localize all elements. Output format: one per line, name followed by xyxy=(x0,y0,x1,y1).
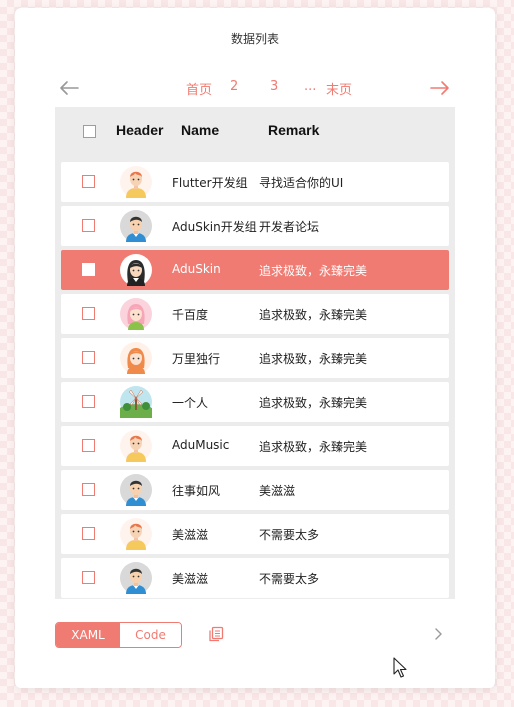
page-last-link[interactable]: 末页 xyxy=(326,79,352,98)
row-checkbox[interactable] xyxy=(82,219,95,232)
page-ellipsis: ... xyxy=(304,79,317,94)
row-checkbox[interactable] xyxy=(82,351,95,364)
table-row[interactable]: AduSkin开发组 开发者论坛 xyxy=(61,206,449,246)
row-name: AduMusic xyxy=(172,438,230,452)
select-all-checkbox[interactable] xyxy=(83,125,96,138)
table-row[interactable]: 一个人 追求极致，永臻完美 xyxy=(61,382,449,422)
row-checkbox[interactable] xyxy=(82,175,95,188)
page-first-link[interactable]: 首页 xyxy=(186,79,212,98)
row-name: Flutter开发组 xyxy=(172,176,248,190)
header-column: Header xyxy=(116,122,164,138)
boy-orange-hair-icon xyxy=(120,166,152,198)
next-page-arrow-icon[interactable] xyxy=(429,78,451,98)
table-row[interactable]: AduSkin 追求极致，永臻完美 xyxy=(61,250,449,290)
code-tab[interactable]: Code xyxy=(120,623,181,647)
page-3-link[interactable]: 3 xyxy=(270,79,278,94)
row-name: 往事如风 xyxy=(172,484,221,498)
grid-header: Header Name Remark xyxy=(55,107,455,153)
table-row[interactable]: AduMusic 追求极致，永臻完美 xyxy=(61,426,449,466)
data-grid: Header Name Remark Flutter开发组 寻找适合你的UI Adu… xyxy=(55,107,455,599)
page-title: 数据列表 xyxy=(230,32,279,46)
orange-hair-woman-icon xyxy=(120,342,152,374)
table-row[interactable]: 美滋滋 不需要太多 xyxy=(61,558,449,598)
row-remark: 追求极致，永臻完美 xyxy=(259,440,368,454)
row-remark: 追求极致，永臻完美 xyxy=(259,308,368,322)
row-name: 一个人 xyxy=(172,396,209,410)
row-checkbox[interactable] xyxy=(82,571,95,584)
name-column: Name xyxy=(181,122,220,138)
row-name: 万里独行 xyxy=(172,352,221,366)
row-name: AduSkin xyxy=(172,262,221,276)
table-row[interactable]: Flutter开发组 寻找适合你的UI xyxy=(61,162,449,202)
man-avatar-icon xyxy=(120,210,152,242)
row-checkbox[interactable] xyxy=(82,527,95,540)
row-checkbox[interactable] xyxy=(82,307,95,320)
row-remark: 不需要太多 xyxy=(259,572,320,586)
page-2-link[interactable]: 2 xyxy=(230,79,238,94)
row-checkbox[interactable] xyxy=(82,395,95,408)
man-avatar-icon xyxy=(120,562,152,594)
row-remark: 寻找适合你的UI xyxy=(259,176,344,190)
windmill-landscape-icon xyxy=(120,386,152,418)
xaml-code-toggle: XAML Code xyxy=(55,622,182,648)
table-row[interactable]: 美滋滋 不需要太多 xyxy=(61,514,449,554)
row-remark: 追求极致，永臻完美 xyxy=(259,396,368,410)
pink-hair-girl-icon xyxy=(120,298,152,330)
row-name: AduSkin开发组 xyxy=(172,220,257,234)
boy-orange-hair-icon xyxy=(120,518,152,550)
remark-column: Remark xyxy=(268,122,320,138)
mouse-pointer-icon xyxy=(393,657,407,679)
xaml-tab[interactable]: XAML xyxy=(56,623,120,647)
demo-card: 数据列表 首页 2 3 ... 末页 Header Name Remark Fl… xyxy=(15,8,495,688)
man-avatar-icon xyxy=(120,474,152,506)
table-row[interactable]: 万里独行 追求极致，永臻完美 xyxy=(61,338,449,378)
boy-orange-hair-icon xyxy=(120,430,152,462)
copy-icon[interactable] xyxy=(207,625,225,643)
row-checkbox[interactable] xyxy=(82,439,95,452)
row-remark: 追求极致，永臻完美 xyxy=(259,352,368,366)
row-name: 美滋滋 xyxy=(172,572,209,586)
row-name: 千百度 xyxy=(172,308,209,322)
row-checkbox[interactable] xyxy=(82,483,95,496)
row-remark: 不需要太多 xyxy=(259,528,320,542)
row-name: 美滋滋 xyxy=(172,528,209,542)
table-row[interactable]: 千百度 追求极致，永臻完美 xyxy=(61,294,449,334)
pagination-bar: 首页 2 3 ... 末页 xyxy=(55,78,475,98)
chevron-right-icon[interactable] xyxy=(431,626,445,642)
row-remark: 美滋滋 xyxy=(259,484,296,498)
table-row[interactable]: 往事如风 美滋滋 xyxy=(61,470,449,510)
row-checkbox[interactable] xyxy=(82,263,95,276)
row-remark: 开发者论坛 xyxy=(259,220,320,234)
prev-page-arrow-icon[interactable] xyxy=(58,78,80,98)
girl-dark-hair-icon xyxy=(120,254,152,286)
row-remark: 追求极致，永臻完美 xyxy=(259,264,368,278)
